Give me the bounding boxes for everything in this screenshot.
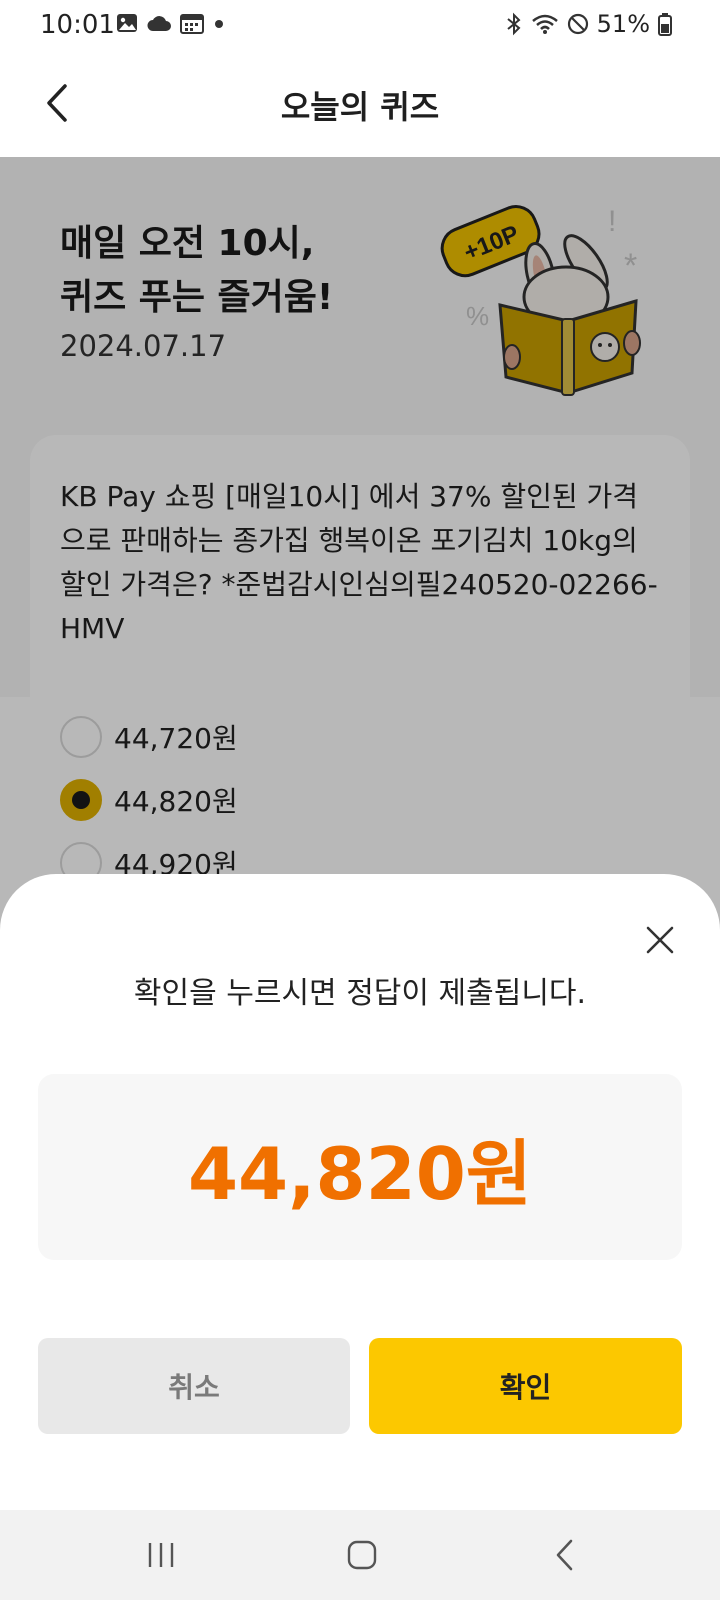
recent-apps-icon: [148, 1543, 174, 1567]
dot-icon: [215, 20, 223, 28]
system-navigation-bar: [0, 1510, 720, 1600]
wifi-icon: [531, 14, 558, 34]
status-system-icons: 51%: [505, 10, 672, 38]
calendar-icon: [180, 14, 204, 34]
home-button[interactable]: [337, 1532, 387, 1578]
image-icon: [117, 14, 137, 32]
selected-answer-box: 44,820원: [38, 1074, 682, 1260]
cloud-icon: [147, 16, 171, 31]
home-icon: [347, 1540, 377, 1570]
recent-apps-button[interactable]: [136, 1532, 186, 1578]
back-icon: [556, 1539, 573, 1571]
close-icon: [646, 926, 674, 954]
confirm-bottom-sheet: 확인을 누르시면 정답이 제출됩니다. 44,820원 취소 확인: [0, 874, 720, 1510]
dnd-icon: [567, 13, 588, 35]
app-bar: 오늘의 퀴즈: [0, 50, 720, 157]
nav-back-button[interactable]: [540, 1532, 590, 1578]
battery-icon: [658, 13, 672, 36]
battery-percentage: 51%: [596, 10, 650, 38]
confirm-button[interactable]: 확인: [369, 1338, 682, 1434]
confirm-message: 확인을 누르시면 정답이 제출됩니다.: [133, 976, 587, 1011]
bluetooth-icon: [507, 12, 521, 36]
page-title: 오늘의 퀴즈: [280, 88, 440, 126]
close-button[interactable]: [638, 918, 682, 962]
status-notification-icons: [116, 12, 226, 34]
status-bar: 10:01 51%: [0, 0, 720, 50]
status-time: 10:01: [40, 10, 115, 40]
cancel-button[interactable]: 취소: [38, 1338, 350, 1434]
selected-answer-value: 44,820원: [187, 1131, 533, 1216]
